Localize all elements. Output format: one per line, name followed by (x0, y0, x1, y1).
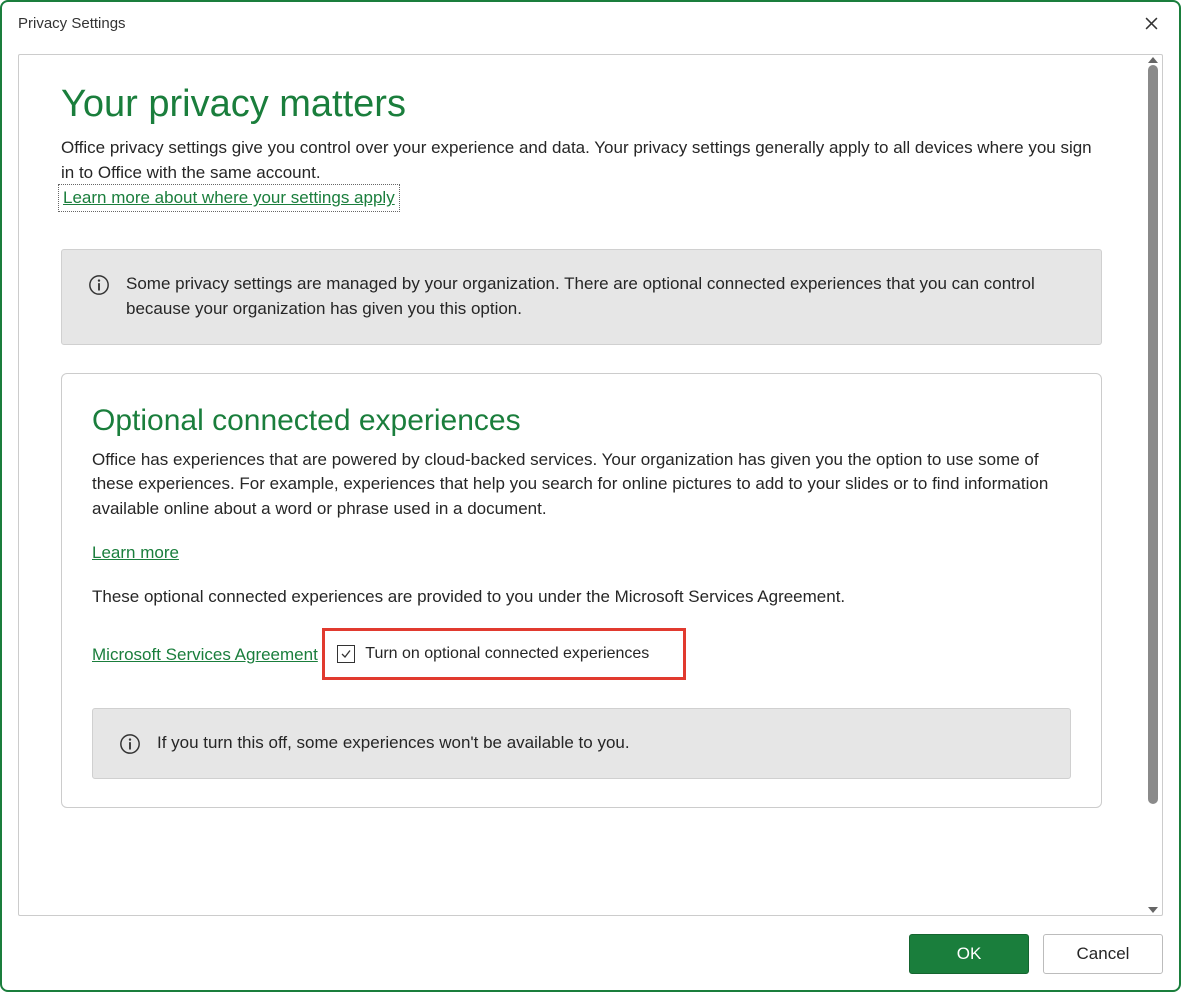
cancel-button[interactable]: Cancel (1043, 934, 1163, 974)
scroll-up-arrow-icon[interactable] (1148, 57, 1158, 63)
section-heading: Optional connected experiences (92, 404, 1071, 438)
info-icon (88, 274, 110, 296)
org-managed-notice: Some privacy settings are managed by you… (61, 249, 1102, 344)
checkbox-label: Turn on optional connected experiences (365, 645, 649, 663)
page-heading: Your privacy matters (61, 83, 1102, 126)
content-area: Your privacy matters Office privacy sett… (18, 54, 1163, 916)
scroll-track[interactable] (1148, 65, 1158, 905)
ok-button[interactable]: OK (909, 934, 1029, 974)
dialog-footer: OK Cancel (2, 916, 1179, 990)
org-notice-text: Some privacy settings are managed by you… (126, 272, 1075, 321)
intro-text: Office privacy settings give you control… (61, 136, 1102, 185)
turn-on-optional-checkbox[interactable] (337, 645, 355, 663)
vertical-scrollbar[interactable] (1144, 55, 1162, 915)
scroll-down-arrow-icon[interactable] (1148, 907, 1158, 913)
learn-more-settings-link[interactable]: Learn more about where your settings app… (61, 187, 397, 209)
agreement-intro: These optional connected experiences are… (92, 585, 1071, 610)
turn-off-notice-text: If you turn this off, some experiences w… (157, 731, 630, 756)
scroll-thumb[interactable] (1148, 65, 1158, 804)
turn-off-notice: If you turn this off, some experiences w… (92, 708, 1071, 779)
checkbox-highlight: Turn on optional connected experiences (322, 628, 686, 680)
learn-more-link[interactable]: Learn more (92, 543, 179, 562)
services-agreement-link[interactable]: Microsoft Services Agreement (92, 645, 318, 664)
section-body: Office has experiences that are powered … (92, 448, 1071, 522)
privacy-settings-dialog: Privacy Settings Your privacy matters Of… (0, 0, 1181, 992)
window-title: Privacy Settings (18, 15, 126, 32)
optional-experiences-section: Optional connected experiences Office ha… (61, 373, 1102, 808)
titlebar: Privacy Settings (2, 2, 1179, 40)
close-button[interactable] (1135, 7, 1167, 39)
info-icon (119, 733, 141, 755)
scroll-content: Your privacy matters Office privacy sett… (19, 55, 1144, 915)
